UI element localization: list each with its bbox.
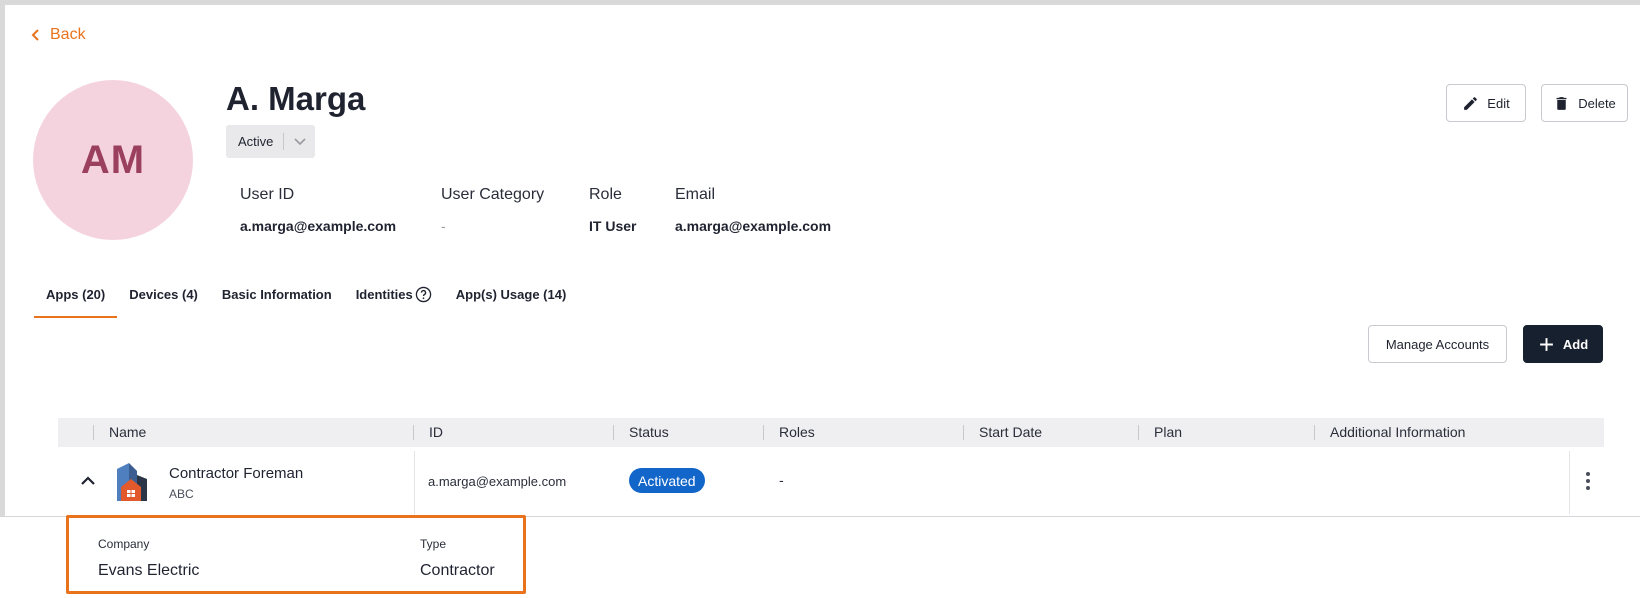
- email-value: a.marga@example.com: [675, 218, 832, 234]
- tab-apps-label: Apps (20): [46, 287, 106, 302]
- app-subtitle: ABC: [169, 487, 194, 501]
- chevron-up-icon[interactable]: [78, 471, 98, 491]
- back-label: Back: [50, 26, 86, 43]
- manage-accounts-button[interactable]: Manage Accounts: [1368, 325, 1507, 363]
- role-label: Role: [589, 186, 622, 203]
- role-field: Role IT User: [589, 186, 636, 234]
- column-divider: [1138, 425, 1139, 440]
- email-label: Email: [675, 186, 716, 203]
- user-category-value: -: [441, 218, 446, 234]
- roles-value: -: [779, 472, 784, 488]
- kebab-icon[interactable]: [1579, 469, 1597, 493]
- pencil-icon: [1464, 96, 1478, 110]
- email-field: Email a.marga@example.com: [675, 186, 831, 234]
- tab-app-usage-label: App(s) Usage (14): [455, 287, 567, 302]
- company-value: Evans Electric: [98, 562, 200, 579]
- type-value: Contractor: [420, 562, 495, 579]
- column-roles[interactable]: Roles: [779, 424, 815, 440]
- tab-identities-label: Identities: [355, 287, 413, 302]
- edit-label: Edit: [1487, 95, 1510, 111]
- edit-button[interactable]: Edit: [1446, 84, 1526, 122]
- column-additional-information[interactable]: Additional Information: [1330, 424, 1465, 440]
- user-category-label: User Category: [441, 186, 545, 203]
- status-dropdown[interactable]: Active: [226, 125, 315, 158]
- tab-basic-information-label: Basic Information: [221, 287, 332, 302]
- app-name[interactable]: Contractor Foreman: [169, 465, 303, 482]
- column-start-date[interactable]: Start Date: [979, 424, 1042, 440]
- table-row: Contractor Foreman ABC a.marga@example.c…: [58, 451, 1622, 514]
- tab-basic-information[interactable]: Basic Information: [210, 278, 344, 318]
- page-title: A. Marga: [226, 80, 366, 117]
- tab-apps[interactable]: Apps (20): [34, 278, 118, 318]
- column-divider: [1314, 425, 1315, 440]
- user-category-field: User Category -: [441, 186, 544, 234]
- delete-button[interactable]: Delete: [1541, 84, 1628, 122]
- column-name[interactable]: Name: [109, 424, 146, 440]
- row-details: Company Evans Electric Type Contractor: [66, 515, 526, 594]
- column-divider: [413, 425, 414, 440]
- account-id: a.marga@example.com: [428, 474, 567, 489]
- column-divider: [613, 425, 614, 440]
- delete-label: Delete: [1578, 95, 1616, 111]
- table-header: Name ID Status Roles Start Date Plan Add…: [58, 418, 1604, 447]
- user-id-label: User ID: [240, 186, 295, 203]
- user-id-value: a.marga@example.com: [240, 218, 397, 234]
- tab-identities[interactable]: Identities: [344, 278, 444, 318]
- back-link[interactable]: Back: [30, 26, 86, 44]
- tab-devices[interactable]: Devices (4): [117, 278, 210, 318]
- column-divider: [963, 425, 964, 440]
- column-id[interactable]: ID: [429, 424, 443, 440]
- trash-icon: [1556, 96, 1567, 110]
- column-status[interactable]: Status: [629, 424, 669, 440]
- type-label: Type: [420, 537, 447, 551]
- status-badge: Activated: [629, 468, 705, 493]
- add-button[interactable]: Add: [1523, 325, 1603, 363]
- chevron-down-icon: [284, 135, 315, 149]
- manage-accounts-label: Manage Accounts: [1385, 336, 1490, 352]
- tab-bar: Apps (20) Devices (4) Basic Information …: [34, 278, 578, 318]
- column-divider: [763, 425, 764, 440]
- column-line: [1569, 451, 1570, 514]
- app-logo-icon: [117, 463, 147, 501]
- tab-app-usage[interactable]: App(s) Usage (14): [444, 278, 579, 318]
- column-divider: [93, 425, 94, 440]
- tab-devices-label: Devices (4): [129, 287, 198, 302]
- plus-icon: [1539, 337, 1553, 351]
- role-value: IT User: [589, 218, 637, 234]
- user-id-field: User ID a.marga@example.com: [240, 186, 396, 234]
- chevron-left-icon: [31, 29, 39, 41]
- avatar: AM: [33, 80, 193, 240]
- status-value: Active: [238, 134, 274, 149]
- company-label: Company: [98, 537, 150, 551]
- avatar-initials: AM: [80, 137, 146, 182]
- column-plan[interactable]: Plan: [1154, 424, 1182, 440]
- add-label: Add: [1562, 336, 1589, 352]
- help-circle-icon[interactable]: [415, 286, 432, 303]
- column-line: [414, 451, 415, 514]
